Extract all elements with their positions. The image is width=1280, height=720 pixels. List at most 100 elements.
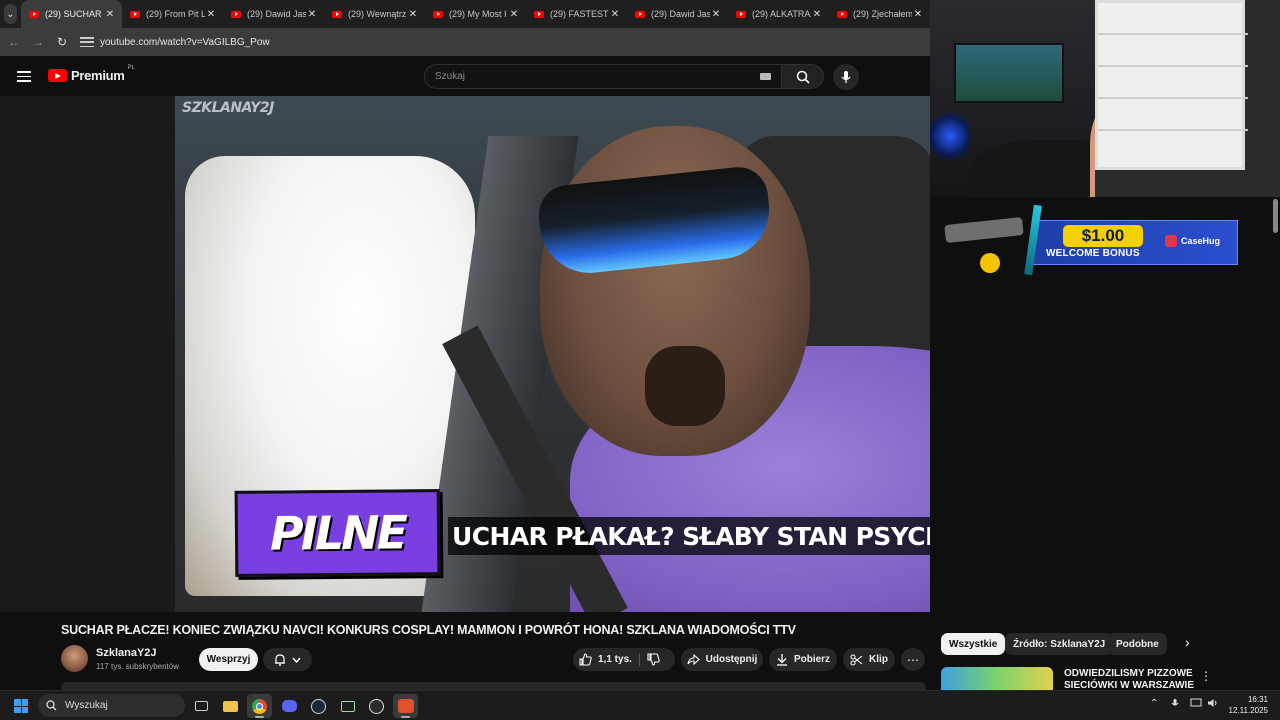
system-clock[interactable]: 16:31 12.11.2025 xyxy=(1226,694,1268,716)
clip-button[interactable]: Klip xyxy=(843,648,895,671)
network-icon[interactable] xyxy=(1190,698,1202,711)
chrome-icon[interactable] xyxy=(247,694,272,718)
steam-icon[interactable] xyxy=(306,694,331,718)
tab-title: (29) ALKATRAZ xyxy=(752,9,811,19)
keyboard-icon[interactable] xyxy=(760,73,771,80)
search-input[interactable]: Szukaj xyxy=(424,64,782,89)
channel-avatar[interactable] xyxy=(61,645,88,672)
xbox-app-icon[interactable] xyxy=(335,694,360,718)
close-tab-icon[interactable]: ✕ xyxy=(710,9,722,20)
task-view-icon[interactable] xyxy=(189,694,214,718)
download-button[interactable]: Pobierz xyxy=(769,648,837,671)
chip-source[interactable]: Źródło: SzklanaY2J xyxy=(1005,633,1114,655)
youtube-favicon-icon xyxy=(332,10,342,18)
youtube-play-icon xyxy=(48,69,67,82)
dislike-button[interactable] xyxy=(647,648,660,671)
url-text: youtube.com/watch?v=VaGILBG_Pow xyxy=(100,36,270,48)
tab-title: (29) FASTEST C xyxy=(550,9,609,19)
close-tab-icon[interactable]: ✕ xyxy=(912,9,924,20)
youtube-logo[interactable]: Premium PL xyxy=(48,64,135,83)
video-title: SUCHAR PŁACZE! KONIEC ZWIĄZKU NAVCI! KON… xyxy=(61,623,796,637)
ad-bonus-text: WELCOME BONUS xyxy=(1046,248,1140,259)
youtube-favicon-icon xyxy=(130,10,140,18)
browser-tab[interactable]: (29) Zjechałem ✕ xyxy=(829,0,930,28)
screen: ⌄ (29) SUCHAR P ✕ (29) From Pit L ✕ (29) Daw… xyxy=(0,0,1280,720)
streamer-face xyxy=(1090,90,1095,197)
share-button[interactable]: Udostępnij xyxy=(681,648,763,671)
like-divider xyxy=(639,653,640,666)
logo-region: PL xyxy=(127,64,135,71)
browser-tab[interactable]: (29) My Most I ✕ xyxy=(425,0,526,28)
obs-icon[interactable] xyxy=(364,694,389,718)
streaming-app-icon[interactable] xyxy=(393,694,418,718)
youtube-favicon-icon xyxy=(29,10,39,18)
microphone-tray-icon[interactable] xyxy=(1171,698,1179,712)
file-explorer-icon[interactable] xyxy=(218,694,243,718)
aquarium xyxy=(954,43,1064,103)
bookshelf xyxy=(1095,0,1248,170)
like-button[interactable]: 1,1 tys. xyxy=(579,648,632,671)
close-tab-icon[interactable]: ✕ xyxy=(205,9,217,20)
close-tab-icon[interactable]: ✕ xyxy=(609,9,621,20)
like-dislike-group: 1,1 tys. xyxy=(573,648,675,671)
related-sidebar: Wszystkie Źródło: SzklanaY2J Podobne › O… xyxy=(930,612,1280,690)
volume-icon[interactable] xyxy=(1207,698,1219,711)
browser-tab[interactable]: (29) SUCHAR P ✕ xyxy=(21,0,122,28)
close-tab-icon[interactable]: ✕ xyxy=(104,9,116,20)
chevron-down-icon xyxy=(292,657,301,663)
youtube-favicon-icon xyxy=(736,10,746,18)
close-tab-icon[interactable]: ✕ xyxy=(407,9,419,20)
tab-title: (29) Dawid Jas xyxy=(651,9,710,19)
search-button[interactable] xyxy=(782,64,824,89)
support-button[interactable]: Wesprzyj xyxy=(199,648,258,671)
video-player[interactable]: SZKLANAY2J PILNE UCHAR PŁAKAŁ? SŁABY STA… xyxy=(0,96,930,612)
reload-icon[interactable]: ↻ xyxy=(50,35,74,49)
chip-similar[interactable]: Podobne xyxy=(1108,633,1167,655)
recommended-menu-icon[interactable]: ⋮ xyxy=(1200,669,1212,683)
menu-icon[interactable] xyxy=(17,71,31,82)
site-settings-icon[interactable] xyxy=(80,37,94,47)
speaker-icon xyxy=(1208,699,1217,707)
channel-name[interactable]: SzklanaY2J xyxy=(96,647,157,659)
chip-all[interactable]: Wszystkie xyxy=(941,633,1006,655)
taskbar-search-placeholder: Wyszukaj xyxy=(65,700,108,711)
url-field[interactable]: youtube.com/watch?v=VaGILBG_Pow xyxy=(80,37,270,48)
close-tab-icon[interactable]: ✕ xyxy=(811,9,823,20)
more-actions-button[interactable]: ⋯ xyxy=(901,648,925,671)
tab-title: (29) Wewnątrz xyxy=(348,9,407,19)
video-frame: SZKLANAY2J PILNE UCHAR PŁAKAŁ? SŁABY STA… xyxy=(175,96,930,612)
chevron-right-icon[interactable]: › xyxy=(1185,634,1190,650)
scissors-icon xyxy=(850,653,863,666)
monitor-icon xyxy=(1190,698,1202,707)
recommended-title[interactable]: ODWIEDZILIŚMY PIZZOWE SIECIÓWKI W WARSZA… xyxy=(1064,668,1194,690)
taskbar-search[interactable]: Wyszukaj xyxy=(38,694,185,717)
download-label: Pobierz xyxy=(793,654,831,665)
tray-overflow-icon[interactable]: ⌃ xyxy=(1150,698,1158,709)
browser-tab[interactable]: (29) FASTEST C✕ xyxy=(526,0,627,28)
close-tab-icon[interactable]: ✕ xyxy=(306,9,318,20)
youtube-favicon-icon xyxy=(635,10,645,18)
back-arrow-icon[interactable]: ← xyxy=(2,35,26,49)
discord-icon[interactable] xyxy=(277,694,302,718)
coin-graphic xyxy=(980,253,1000,273)
scrollbar-thumb[interactable] xyxy=(1273,199,1278,233)
page-scrollbar[interactable] xyxy=(1271,197,1280,612)
download-icon xyxy=(776,654,787,666)
browser-tab[interactable]: (29) ALKATRAZ ✕ xyxy=(728,0,829,28)
clock-time: 16:31 xyxy=(1247,695,1268,704)
tab-title: (29) From Pit L xyxy=(146,9,205,19)
description-box[interactable] xyxy=(61,682,926,690)
notification-button[interactable] xyxy=(263,648,312,671)
browser-tab[interactable]: (29) Wewnątrz ✕ xyxy=(324,0,425,28)
forward-arrow-icon[interactable]: → xyxy=(26,35,50,49)
tab-search-button[interactable]: ⌄ xyxy=(4,4,17,24)
browser-tab[interactable]: (29) From Pit L ✕ xyxy=(122,0,223,28)
browser-tab[interactable]: (29) Dawid Jas ✕ xyxy=(223,0,324,28)
voice-search-button[interactable] xyxy=(833,64,859,90)
video-info: SUCHAR PŁACZE! KONIEC ZWIĄZKU NAVCI! KON… xyxy=(0,612,930,690)
windows-start-icon[interactable] xyxy=(14,699,28,713)
close-tab-icon[interactable]: ✕ xyxy=(508,9,520,20)
browser-tab[interactable]: (29) Dawid Jas ✕ xyxy=(627,0,728,28)
recommended-thumbnail[interactable] xyxy=(941,667,1053,690)
logo-text: Premium xyxy=(71,68,125,83)
